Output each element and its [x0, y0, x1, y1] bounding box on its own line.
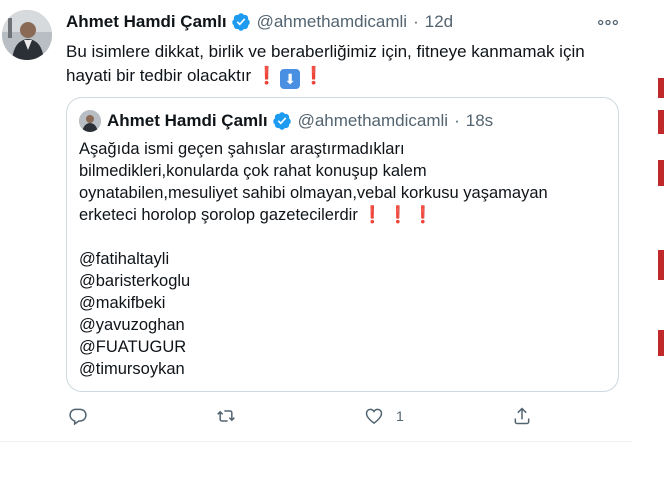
- like-count: 1: [396, 408, 404, 424]
- mention-baristerkoglu[interactable]: @baristerkoglu: [79, 270, 599, 292]
- verified-badge-icon: [272, 111, 292, 131]
- reply-icon: [69, 408, 87, 426]
- author-avatar[interactable]: [2, 10, 52, 60]
- exclamation-emoji: ❗: [303, 66, 325, 85]
- like-icon: [365, 408, 383, 424]
- mention-fatihaltayli[interactable]: @fatihaltayli: [79, 248, 599, 270]
- avatar-photo: [2, 10, 52, 60]
- tweet-card[interactable]: Ahmet Hamdi Çamlı @ahmethamdicamli · 12d…: [0, 0, 632, 442]
- tweet-timestamp[interactable]: 12d: [425, 12, 453, 32]
- retweet-icon: [217, 410, 235, 422]
- quoted-tweet-header: Ahmet Hamdi Çamlı @ahmethamdicamli · 18s: [79, 110, 493, 132]
- exclamation-emoji: ❗: [387, 206, 409, 224]
- quoted-text-segment: erketeci horolop şorolop gazetecilerdir: [79, 206, 358, 224]
- quoted-tweet-timestamp: 18s: [465, 111, 494, 130]
- mention-fuatugur[interactable]: @FUATUGUR: [79, 336, 599, 358]
- edge-fragment: [658, 78, 664, 98]
- quoted-text-line: Aşağıda ismi geçen şahıslar araştırmadık…: [79, 140, 405, 158]
- tweet-text: Bu isimlere dikkat, birlik ve beraberliğ…: [66, 40, 606, 89]
- down-arrow-emoji: ⬇: [280, 69, 301, 89]
- exclamation-emoji: ❗: [362, 206, 383, 224]
- reply-button[interactable]: [68, 403, 100, 429]
- tweet-actions-bar: 1: [66, 403, 546, 429]
- exclamation-emoji: ❗: [255, 66, 278, 85]
- exclamation-emoji: ❗: [412, 206, 434, 224]
- more-options-icon[interactable]: [596, 12, 620, 32]
- author-handle[interactable]: @ahmethamdicamli: [257, 12, 407, 32]
- quoted-author-avatar: [79, 110, 101, 132]
- author-name[interactable]: Ahmet Hamdi Çamlı: [66, 12, 227, 32]
- quoted-text-line: erketeci horolop şorolop gazetecilerdir …: [79, 204, 599, 226]
- mention-makifbeki[interactable]: @makifbeki: [79, 292, 599, 314]
- like-button[interactable]: 1: [364, 403, 404, 429]
- quoted-header-separator: ·: [454, 111, 460, 130]
- edge-fragment: [658, 330, 664, 356]
- edge-fragment: [658, 160, 664, 186]
- retweet-button[interactable]: [216, 403, 248, 429]
- adjacent-window-edge: [648, 0, 664, 479]
- edge-fragment: [658, 250, 664, 280]
- header-separator: ·: [413, 12, 419, 31]
- verified-badge-icon: [231, 12, 251, 32]
- mention-yavuzoghan[interactable]: @yavuzoghan: [79, 314, 599, 336]
- quoted-author-name: Ahmet Hamdi Çamlı: [107, 111, 268, 130]
- share-button[interactable]: [512, 403, 544, 429]
- share-icon: [514, 407, 530, 425]
- quoted-text-line: oynatabilen,mesuliyet sahibi olmayan,veb…: [79, 184, 548, 202]
- tweet-header: Ahmet Hamdi Çamlı @ahmethamdicamli · 12d: [66, 12, 453, 32]
- quoted-author-handle: @ahmethamdicamli: [297, 111, 449, 130]
- quoted-tweet-text: Aşağıda ismi geçen şahıslar araştırmadık…: [79, 138, 599, 380]
- quoted-text-line: bilmedikleri,konularda çok rahat konuşup…: [79, 162, 427, 180]
- quoted-tweet[interactable]: Ahmet Hamdi Çamlı @ahmethamdicamli · 18s…: [66, 97, 619, 392]
- tweet-text-content: Bu isimlere dikkat, birlik ve beraberliğ…: [66, 42, 585, 85]
- edge-fragment: [658, 110, 664, 134]
- mention-timursoykan[interactable]: @timursoykan: [79, 358, 599, 380]
